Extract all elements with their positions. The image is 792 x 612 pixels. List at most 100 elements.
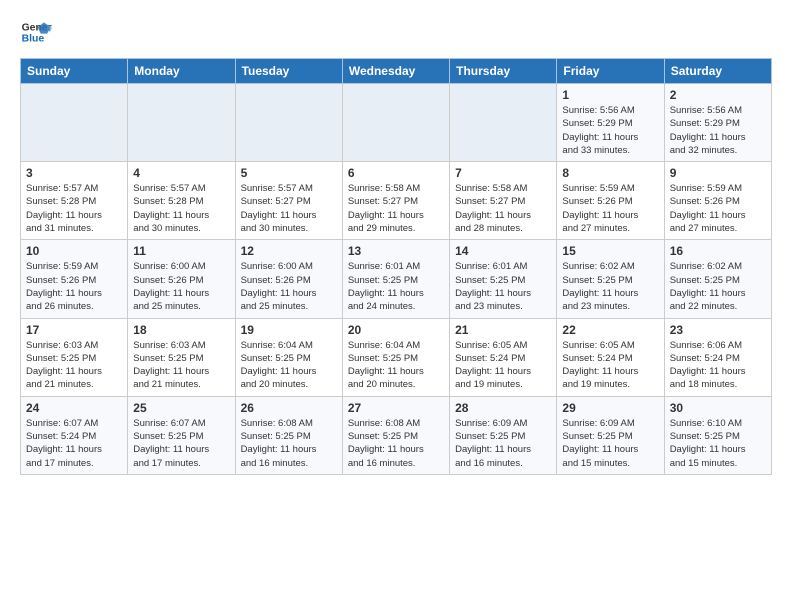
calendar-cell: 18Sunrise: 6:03 AM Sunset: 5:25 PM Dayli… [128, 318, 235, 396]
day-info: Sunrise: 5:56 AM Sunset: 5:29 PM Dayligh… [562, 104, 658, 157]
weekday-header-row: SundayMondayTuesdayWednesdayThursdayFrid… [21, 59, 772, 84]
day-number: 30 [670, 401, 766, 415]
day-info: Sunrise: 6:05 AM Sunset: 5:24 PM Dayligh… [455, 339, 551, 392]
day-info: Sunrise: 6:03 AM Sunset: 5:25 PM Dayligh… [26, 339, 122, 392]
weekday-header: Thursday [450, 59, 557, 84]
day-number: 3 [26, 166, 122, 180]
day-number: 9 [670, 166, 766, 180]
day-number: 17 [26, 323, 122, 337]
day-number: 22 [562, 323, 658, 337]
calendar-week-row: 1 Sunrise: 5:56 AM Sunset: 5:29 PM Daylig… [21, 84, 772, 162]
calendar-cell [21, 84, 128, 162]
day-number: 25 [133, 401, 229, 415]
calendar-cell: 25 Sunrise: 6:07 AM Sunset: 5:25 PM Dayli… [128, 396, 235, 474]
calendar-cell [235, 84, 342, 162]
weekday-header: Wednesday [342, 59, 449, 84]
day-info: Sunrise: 6:01 AM Sunset: 5:25 PM Dayligh… [348, 260, 444, 313]
calendar-cell: 21 Sunrise: 6:05 AM Sunset: 5:24 PM Dayli… [450, 318, 557, 396]
day-number: 8 [562, 166, 658, 180]
calendar-cell: 1 Sunrise: 5:56 AM Sunset: 5:29 PM Daylig… [557, 84, 664, 162]
day-info: Sunrise: 6:09 AM Sunset: 5:25 PM Dayligh… [455, 417, 551, 470]
calendar-cell: 30 Sunrise: 6:10 AM Sunset: 5:25 PM Dayli… [664, 396, 771, 474]
calendar-cell: 8 Sunrise: 5:59 AM Sunset: 5:26 PM Daylig… [557, 162, 664, 240]
day-number: 26 [241, 401, 337, 415]
weekday-header: Friday [557, 59, 664, 84]
calendar-week-row: 3 Sunrise: 5:57 AM Sunset: 5:28 PM Daylig… [21, 162, 772, 240]
calendar-cell: 9 Sunrise: 5:59 AM Sunset: 5:26 PM Daylig… [664, 162, 771, 240]
day-number: 4 [133, 166, 229, 180]
weekday-header: Tuesday [235, 59, 342, 84]
calendar-cell: 23Sunrise: 6:06 AM Sunset: 5:24 PM Dayli… [664, 318, 771, 396]
day-number: 5 [241, 166, 337, 180]
day-info: Sunrise: 5:57 AM Sunset: 5:28 PM Dayligh… [133, 182, 229, 235]
day-number: 29 [562, 401, 658, 415]
weekday-header: Saturday [664, 59, 771, 84]
day-number: 18 [133, 323, 229, 337]
calendar-cell: 3 Sunrise: 5:57 AM Sunset: 5:28 PM Daylig… [21, 162, 128, 240]
day-info: Sunrise: 5:58 AM Sunset: 5:27 PM Dayligh… [455, 182, 551, 235]
day-info: Sunrise: 6:02 AM Sunset: 5:25 PM Dayligh… [562, 260, 658, 313]
day-number: 20 [348, 323, 444, 337]
day-info: Sunrise: 5:57 AM Sunset: 5:28 PM Dayligh… [26, 182, 122, 235]
day-number: 2 [670, 88, 766, 102]
day-number: 24 [26, 401, 122, 415]
calendar-cell: 15 Sunrise: 6:02 AM Sunset: 5:25 PM Dayli… [557, 240, 664, 318]
day-info: Sunrise: 6:04 AM Sunset: 5:25 PM Dayligh… [348, 339, 444, 392]
day-info: Sunrise: 6:00 AM Sunset: 5:26 PM Dayligh… [133, 260, 229, 313]
calendar-cell [450, 84, 557, 162]
calendar-cell: 17 Sunrise: 6:03 AM Sunset: 5:25 PM Dayli… [21, 318, 128, 396]
day-number: 7 [455, 166, 551, 180]
day-number: 11 [133, 244, 229, 258]
calendar-cell: 7 Sunrise: 5:58 AM Sunset: 5:27 PM Daylig… [450, 162, 557, 240]
calendar-cell: 16 Sunrise: 6:02 AM Sunset: 5:25 PM Dayli… [664, 240, 771, 318]
day-number: 6 [348, 166, 444, 180]
day-number: 13 [348, 244, 444, 258]
day-info: Sunrise: 6:01 AM Sunset: 5:25 PM Dayligh… [455, 260, 551, 313]
day-info: Sunrise: 5:59 AM Sunset: 5:26 PM Dayligh… [26, 260, 122, 313]
day-info: Sunrise: 6:10 AM Sunset: 5:25 PM Dayligh… [670, 417, 766, 470]
day-number: 12 [241, 244, 337, 258]
logo: General Blue [20, 16, 52, 48]
calendar-week-row: 24 Sunrise: 6:07 AM Sunset: 5:24 PM Dayli… [21, 396, 772, 474]
calendar-cell: 13 Sunrise: 6:01 AM Sunset: 5:25 PM Dayli… [342, 240, 449, 318]
day-info: Sunrise: 5:57 AM Sunset: 5:27 PM Dayligh… [241, 182, 337, 235]
calendar-week-row: 10 Sunrise: 5:59 AM Sunset: 5:26 PM Dayli… [21, 240, 772, 318]
logo-icon: General Blue [20, 16, 52, 48]
day-number: 21 [455, 323, 551, 337]
calendar-cell: 24 Sunrise: 6:07 AM Sunset: 5:24 PM Dayli… [21, 396, 128, 474]
day-info: Sunrise: 5:56 AM Sunset: 5:29 PM Dayligh… [670, 104, 766, 157]
day-number: 1 [562, 88, 658, 102]
day-info: Sunrise: 6:00 AM Sunset: 5:26 PM Dayligh… [241, 260, 337, 313]
day-number: 10 [26, 244, 122, 258]
calendar-cell: 10 Sunrise: 5:59 AM Sunset: 5:26 PM Dayli… [21, 240, 128, 318]
calendar-cell: 29Sunrise: 6:09 AM Sunset: 5:25 PM Dayli… [557, 396, 664, 474]
day-number: 19 [241, 323, 337, 337]
day-info: Sunrise: 6:02 AM Sunset: 5:25 PM Dayligh… [670, 260, 766, 313]
calendar-cell: 19 Sunrise: 6:04 AM Sunset: 5:25 PM Dayli… [235, 318, 342, 396]
calendar-cell: 5 Sunrise: 5:57 AM Sunset: 5:27 PM Daylig… [235, 162, 342, 240]
header: General Blue [20, 16, 772, 48]
calendar-cell: 2 Sunrise: 5:56 AM Sunset: 5:29 PM Daylig… [664, 84, 771, 162]
calendar-cell [128, 84, 235, 162]
calendar-cell: 12 Sunrise: 6:00 AM Sunset: 5:26 PM Dayli… [235, 240, 342, 318]
calendar-cell: 22Sunrise: 6:05 AM Sunset: 5:24 PM Dayli… [557, 318, 664, 396]
day-info: Sunrise: 6:08 AM Sunset: 5:25 PM Dayligh… [241, 417, 337, 470]
day-number: 27 [348, 401, 444, 415]
day-info: Sunrise: 5:59 AM Sunset: 5:26 PM Dayligh… [562, 182, 658, 235]
day-info: Sunrise: 6:04 AM Sunset: 5:25 PM Dayligh… [241, 339, 337, 392]
svg-text:Blue: Blue [22, 34, 45, 45]
day-info: Sunrise: 6:07 AM Sunset: 5:25 PM Dayligh… [133, 417, 229, 470]
calendar-cell: 4 Sunrise: 5:57 AM Sunset: 5:28 PM Daylig… [128, 162, 235, 240]
day-number: 16 [670, 244, 766, 258]
calendar: SundayMondayTuesdayWednesdayThursdayFrid… [20, 58, 772, 475]
calendar-cell [342, 84, 449, 162]
day-number: 23 [670, 323, 766, 337]
weekday-header: Monday [128, 59, 235, 84]
page: General Blue SundayMondayTuesdayWednesda… [0, 0, 792, 491]
day-info: Sunrise: 6:07 AM Sunset: 5:24 PM Dayligh… [26, 417, 122, 470]
calendar-cell: 6Sunrise: 5:58 AM Sunset: 5:27 PM Daylig… [342, 162, 449, 240]
calendar-cell: 28Sunrise: 6:09 AM Sunset: 5:25 PM Dayli… [450, 396, 557, 474]
day-info: Sunrise: 5:59 AM Sunset: 5:26 PM Dayligh… [670, 182, 766, 235]
day-number: 15 [562, 244, 658, 258]
calendar-week-row: 17 Sunrise: 6:03 AM Sunset: 5:25 PM Dayli… [21, 318, 772, 396]
